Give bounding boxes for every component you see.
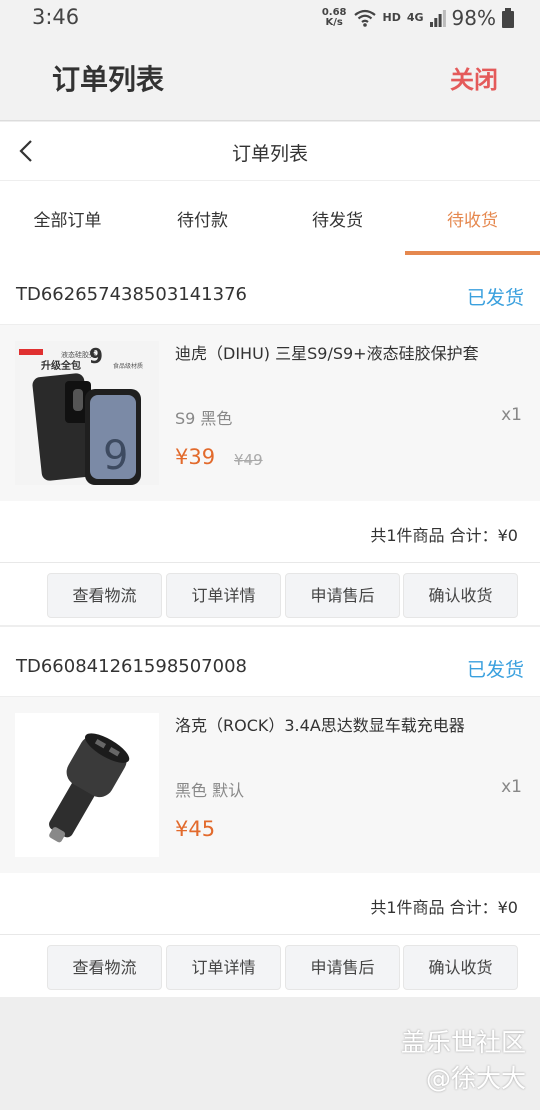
order-actions: 查看物流 订单详情 申请售后 确认收货 [0,563,540,625]
product-image [15,713,159,857]
order-number: TD662657438503141376 [16,284,247,305]
product-price: ¥39 [175,445,216,469]
product-name: 迪虎（DIHU) 三星S9/S9+液态硅胶保护套 [175,344,479,363]
net-speed-indicator: 0.68 K/s [321,7,347,28]
page-title: 订单列表 [231,143,308,165]
after-sales-button[interactable]: 申请售后 [285,945,400,990]
status-bar: 3:46 0.68 K/s HD 4G 98% [0,0,540,36]
order-status: 已发货 [466,287,524,309]
view-logistics-button[interactable]: 查看物流 [47,945,162,990]
order-detail-button[interactable]: 订单详情 [166,945,281,990]
watermark-author: @徐大大 [425,1064,526,1093]
image-text-3: 9 [89,344,103,368]
order-header: TD660841261598507008 已发货 [0,627,540,697]
watermark-community: 盖乐世社区 [400,1028,526,1057]
signal-icon [429,10,446,27]
battery-icon [502,8,514,28]
status-time: 3:46 [32,5,80,29]
order-number: TD660841261598507008 [16,656,247,677]
product-original-price: ¥49 [234,451,263,469]
order-actions: 查看物流 订单详情 申请售后 确认收货 [0,935,540,997]
close-button[interactable]: 关闭 [450,60,498,95]
product-quantity: x1 [501,777,522,797]
nav-bar: 订单列表 [0,122,540,181]
image-text-2: 升级全包 [41,359,81,372]
tab-all-orders[interactable]: 全部订单 [0,181,135,255]
product-spec: 黑色 默认 [175,781,245,800]
order-total: 共1件商品 合计：¥0 [370,898,518,917]
order-detail-button[interactable]: 订单详情 [166,573,281,618]
order-item[interactable]: 液态硅胶壳 升级全包 9 食品级材质 9 迪虎（DIHU) 三星S9/S9+液态… [0,325,540,501]
image-text-4: 食品级材质 [113,362,143,370]
wifi-icon [353,9,376,27]
confirm-receipt-button[interactable]: 确认收货 [403,945,518,990]
order-card: TD662657438503141376 已发货 液态硅胶壳 升级全包 9 食品… [0,255,540,625]
product-spec: S9 黑色 [175,409,233,428]
watermark: 盖乐世社区 @徐大大 [401,1025,526,1097]
status-icons: 0.68 K/s HD 4G 98% [322,6,514,30]
svg-text:9: 9 [103,433,128,479]
app-bar: 订单列表 关闭 [0,36,540,121]
product-quantity: x1 [501,405,522,425]
product-price: ¥45 [175,817,216,841]
order-summary: 共1件商品 合计：¥0 [0,501,540,563]
view-logistics-button[interactable]: 查看物流 [47,573,162,618]
app-title: 订单列表 [52,63,165,96]
order-total: 共1件商品 合计：¥0 [370,526,518,545]
tab-pending-receipt[interactable]: 待收货 [405,181,540,255]
order-item[interactable]: 洛克（ROCK）3.4A思达数显车载充电器 黑色 默认 x1 ¥45 [0,697,540,873]
network-type: 4G [406,11,424,24]
order-tabs: 全部订单 待付款 待发货 待收货 [0,181,540,255]
order-header: TD662657438503141376 已发货 [0,255,540,325]
product-image: 液态硅胶壳 升级全包 9 食品级材质 9 [15,341,159,485]
order-card: TD660841261598507008 已发货 洛克（ROCK）3.4A思达数… [0,627,540,997]
hd-indicator: HD [382,11,401,24]
confirm-receipt-button[interactable]: 确认收货 [403,573,518,618]
order-summary: 共1件商品 合计：¥0 [0,873,540,935]
battery-percent: 98% [451,6,496,30]
product-name: 洛克（ROCK）3.4A思达数显车载充电器 [175,716,465,735]
after-sales-button[interactable]: 申请售后 [285,573,400,618]
tab-pending-shipment[interactable]: 待发货 [270,181,405,255]
order-status: 已发货 [466,659,524,681]
tab-pending-payment[interactable]: 待付款 [135,181,270,255]
